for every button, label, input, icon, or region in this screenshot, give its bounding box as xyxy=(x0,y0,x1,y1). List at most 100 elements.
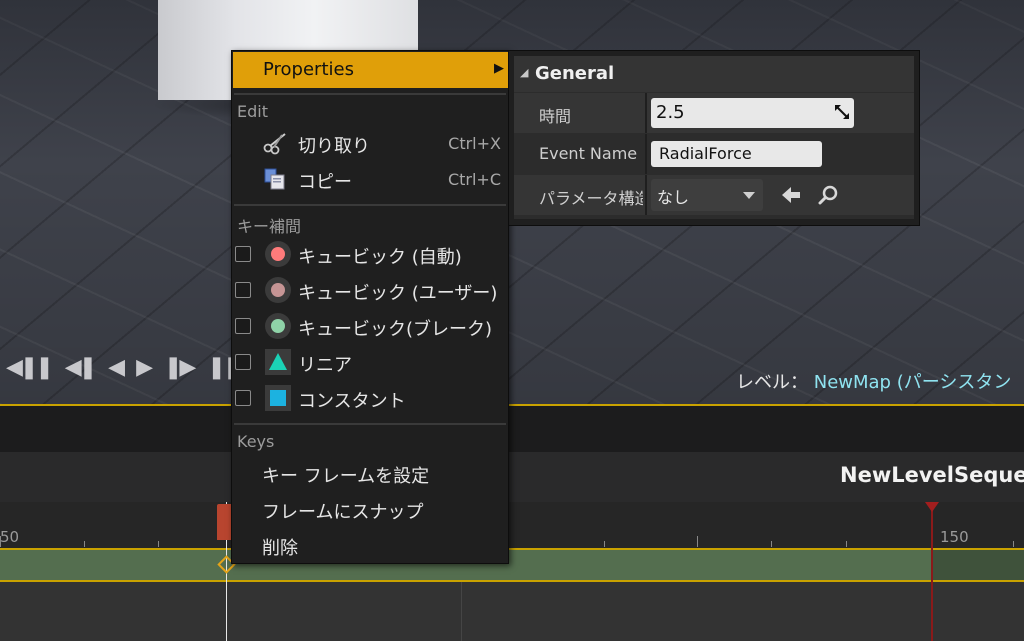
ruler-tick xyxy=(697,536,698,547)
ruler-tick xyxy=(1013,541,1014,547)
play-button[interactable]: ▶ xyxy=(136,357,153,379)
ruler-tick xyxy=(846,541,847,547)
ruler-tick xyxy=(771,541,772,547)
menu-item-set-key-time[interactable]: キー フレームを設定 xyxy=(232,456,508,490)
expand-arrows-icon[interactable] xyxy=(834,104,850,120)
column-splitter[interactable] xyxy=(645,134,647,174)
shortcut-text: Ctrl+X xyxy=(448,134,501,153)
search-icon[interactable] xyxy=(818,184,840,206)
property-label: 時間 xyxy=(539,107,572,126)
step-forward-button[interactable]: ❚▶ xyxy=(164,357,196,379)
details-view: ◢ General 時間 2.5 Event Name RadialForce xyxy=(514,56,914,219)
cubic-user-dot xyxy=(271,283,285,297)
sequence-title: NewLevelSequen xyxy=(840,463,1024,487)
cubic-break-dot xyxy=(271,319,285,333)
jump-to-start-button[interactable]: ◀❚❚ xyxy=(6,357,54,379)
menu-item-cubic-auto[interactable]: キュービック (自動) xyxy=(232,237,508,271)
shortcut-text: Ctrl+C xyxy=(447,170,501,189)
property-label: パラメータ構造 xyxy=(539,189,643,208)
event-name-input[interactable]: RadialForce xyxy=(651,141,822,167)
checkbox[interactable] xyxy=(235,390,251,406)
constant-icon xyxy=(265,385,291,411)
time-input[interactable]: 2.5 xyxy=(651,98,854,128)
play-reverse-button[interactable]: ◀ xyxy=(108,357,125,379)
ruler-tick xyxy=(0,536,1,547)
key-context-menu: Properties ▶ Edit 切り取り Ctrl+X コピー Ctrl+C… xyxy=(231,50,509,564)
property-label: Event Name xyxy=(539,144,638,163)
menu-item-label: コピー xyxy=(298,172,352,193)
menu-separator xyxy=(234,204,506,206)
category-title: General xyxy=(535,63,615,84)
end-range-marker[interactable] xyxy=(925,502,939,512)
dropdown-value: なし xyxy=(657,188,690,207)
time-ruler[interactable] xyxy=(0,502,1024,548)
menu-item-label: Properties xyxy=(263,59,354,80)
menu-item-label: フレームにスナップ xyxy=(262,502,424,523)
cubic-user-icon xyxy=(265,277,291,303)
menu-item-properties[interactable]: Properties ▶ xyxy=(233,52,508,88)
menu-item-linear[interactable]: リニア xyxy=(232,345,508,379)
track-section-after-end xyxy=(933,550,1024,580)
menu-item-cubic-break[interactable]: キュービック(ブレーク) xyxy=(232,309,508,343)
chevron-down-icon xyxy=(743,192,755,199)
event-name-value: RadialForce xyxy=(659,144,752,163)
expand-caret-icon[interactable]: ◢ xyxy=(520,66,528,79)
menu-item-label: コンスタント xyxy=(298,391,406,412)
submenu-arrow-icon: ▶ xyxy=(494,61,504,76)
property-row-parameter-struct: パラメータ構造 なし xyxy=(514,175,914,215)
menu-separator xyxy=(234,93,506,95)
constant-square xyxy=(270,390,286,406)
linear-icon xyxy=(265,349,291,375)
menu-section-keys: Keys xyxy=(237,432,275,451)
category-header-general[interactable]: ◢ General xyxy=(514,56,914,92)
ruler-label: 150 xyxy=(940,528,969,546)
use-selected-arrow-icon[interactable] xyxy=(781,185,801,205)
parameter-struct-dropdown[interactable]: なし xyxy=(651,179,763,211)
ruler-tick xyxy=(158,541,159,547)
column-splitter[interactable] xyxy=(645,93,647,133)
end-range-line xyxy=(931,502,933,641)
step-back-button[interactable]: ◀❚ xyxy=(65,357,97,379)
menu-section-edit: Edit xyxy=(237,102,268,121)
event-track-section[interactable] xyxy=(0,548,1024,582)
column-splitter[interactable] xyxy=(645,175,647,215)
cubic-auto-dot xyxy=(271,247,285,261)
menu-item-label: 切り取り xyxy=(298,136,370,157)
menu-item-cubic-user[interactable]: キュービック (ユーザー) xyxy=(232,273,508,307)
ruler-tick xyxy=(84,541,85,547)
scissors-icon xyxy=(263,133,286,155)
level-name: NewMap (パーシスタン xyxy=(813,372,1012,393)
transport-controls: ◀❚❚ ◀❚ ◀ ▶ ❚▶ ❚❚ xyxy=(0,348,241,388)
menu-item-delete[interactable]: 削除 xyxy=(232,528,508,562)
cubic-break-icon xyxy=(265,313,291,339)
checkbox[interactable] xyxy=(235,246,251,262)
level-label: レベル： xyxy=(736,372,808,393)
property-row-event-name: Event Name RadialForce xyxy=(514,134,914,174)
menu-item-label: キュービック(ブレーク) xyxy=(298,319,493,340)
menu-item-label: 削除 xyxy=(262,538,298,559)
menu-item-snap-to-frame[interactable]: フレームにスナップ xyxy=(232,492,508,526)
menu-item-label: キュービック (自動) xyxy=(298,247,462,268)
checkbox[interactable] xyxy=(235,282,251,298)
menu-item-constant[interactable]: コンスタント xyxy=(232,381,508,415)
menu-item-label: キュービック (ユーザー) xyxy=(298,283,498,304)
ruler-tick xyxy=(604,541,605,547)
track-divider xyxy=(461,582,462,641)
time-value: 2.5 xyxy=(656,102,685,123)
level-indicator: レベル： NewMap (パーシスタン xyxy=(736,368,1011,394)
track-area[interactable] xyxy=(0,582,1024,641)
linear-triangle xyxy=(269,353,287,370)
checkbox[interactable] xyxy=(235,354,251,370)
menu-section-key-interpolation: キー補間 xyxy=(237,217,302,236)
ruler-label: 50 xyxy=(0,528,20,546)
menu-item-label: リニア xyxy=(298,355,352,376)
menu-separator xyxy=(234,423,506,425)
copy-icon xyxy=(264,168,285,190)
properties-submenu-panel: ◢ General 時間 2.5 Event Name RadialForce xyxy=(508,50,920,226)
menu-item-copy[interactable]: コピー Ctrl+C xyxy=(232,162,508,196)
menu-item-label: キー フレームを設定 xyxy=(262,466,430,487)
sequencer-toolbar xyxy=(0,406,1024,452)
menu-item-cut[interactable]: 切り取り Ctrl+X xyxy=(232,126,508,160)
checkbox[interactable] xyxy=(235,318,251,334)
cubic-auto-icon xyxy=(265,241,291,267)
